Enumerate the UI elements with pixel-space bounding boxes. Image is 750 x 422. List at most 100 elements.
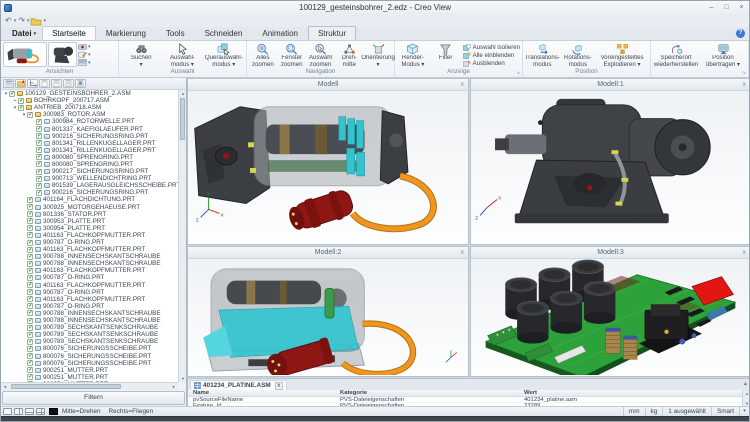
zoom-selected-button[interactable]: Auswahl zoomen [307, 42, 335, 68]
column-header-kategorie[interactable]: Kategorie [340, 390, 524, 396]
tree-vscroll-thumb[interactable] [180, 98, 185, 140]
tree-checkbox[interactable]: ✓ [36, 119, 42, 125]
ribbon-tab[interactable]: Tools [156, 26, 195, 40]
tree-row[interactable]: ✓ 800080_SPRENGRING.PRT [1, 154, 178, 161]
tree-checkbox[interactable]: ✓ [27, 318, 33, 324]
update-view-button[interactable]: ▾ [78, 51, 91, 58]
render-mode-button[interactable]: Render- Modus ▾ [397, 42, 429, 68]
tree-row[interactable]: ▾ ✓ 100129_GESTEINSBOHRER_2.ASM [1, 90, 178, 97]
tree-row[interactable]: ✓ 801341_RILLENKUGELLAGER.PRT [1, 140, 178, 147]
capture-view-button[interactable]: ▾ [78, 43, 91, 50]
view-thumbnail-alt[interactable] [48, 42, 77, 67]
tree-checkbox[interactable]: ✓ [27, 332, 33, 338]
viewport-modell-header[interactable]: Modell x [188, 79, 468, 91]
tree-checkbox[interactable]: ✓ [18, 98, 24, 104]
tree-checkbox[interactable]: ✓ [36, 140, 42, 146]
view-thumbnail-default[interactable] [3, 42, 47, 67]
tree-checkbox[interactable]: ✓ [36, 147, 42, 153]
tree-checkbox[interactable]: ✓ [27, 197, 33, 203]
tree-checkbox[interactable]: ✓ [27, 310, 33, 316]
selection-mode-button[interactable]: Auswahl- modus ▾ [162, 42, 202, 68]
tree-vertical-scrollbar[interactable]: ▲ ▼ [178, 90, 186, 382]
tree-checkbox[interactable]: ✓ [27, 254, 33, 260]
file-menu-button[interactable]: Datei ▾ [4, 27, 42, 40]
tree-row[interactable]: ✓ 900217_SICHERUNGSRING.PRT [1, 168, 178, 175]
tree-checkbox[interactable]: ✓ [27, 112, 33, 118]
tree-row[interactable]: + ✓ BOHRKOPF_200717.ASM [1, 97, 178, 104]
scroll-left-icon[interactable]: ◄ [1, 383, 9, 391]
tree-row[interactable]: ✓ 300984_ROTORWELLE.PRT [1, 118, 178, 125]
layout-horizontal-split-button[interactable] [25, 408, 34, 415]
tree-checkbox[interactable]: ✓ [27, 353, 33, 359]
tree-checkbox[interactable]: ✓ [27, 296, 33, 302]
ribbon-tab[interactable]: Startseite [42, 26, 96, 40]
tree-checkbox[interactable]: ✓ [27, 218, 33, 224]
tree-level-1-button[interactable] [39, 79, 50, 88]
tree-row[interactable]: ✓ 801337_KAEFIGLAEUFER.PRT [1, 125, 178, 132]
panel-pin-icon[interactable]: ▴ [744, 380, 747, 387]
viewport-close-icon[interactable]: x [743, 247, 747, 258]
translation-mode-button[interactable]: Translations- modus [525, 42, 560, 68]
maximize-button[interactable]: □ [719, 2, 734, 13]
tree-checkbox[interactable]: ✓ [27, 211, 33, 217]
view-gallery-button[interactable]: ▾ [78, 59, 91, 66]
tree-checkbox[interactable]: ✓ [27, 339, 33, 345]
tree-checkbox[interactable]: ✓ [36, 183, 42, 189]
qat-customize-caret-icon[interactable]: ▾ [43, 18, 46, 24]
viewport-modell-2-canvas[interactable] [188, 259, 468, 375]
tree-checkbox[interactable]: ✓ [27, 374, 33, 380]
tree-checkbox[interactable]: ✓ [36, 154, 42, 160]
tree-checkbox[interactable]: ✓ [36, 176, 42, 182]
search-button[interactable]: Suchen ▾ [121, 42, 161, 68]
tree-checkbox[interactable]: ✓ [27, 268, 33, 274]
tree-checkbox[interactable]: ✓ [27, 289, 33, 295]
scroll-up-icon[interactable]: ▲ [179, 90, 187, 97]
tree-checkbox[interactable]: ✓ [27, 367, 33, 373]
ribbon-tab[interactable]: Struktur [308, 26, 356, 40]
viewport-modell-3-header[interactable]: Modell:3 x [471, 247, 750, 259]
viewport-close-icon[interactable]: x [461, 247, 465, 258]
hide-button[interactable]: Ausblenden [463, 60, 520, 68]
anzeige-dialog-launcher-icon[interactable]: ↘ [516, 69, 520, 77]
undo-icon[interactable]: ↶ [4, 16, 13, 26]
tree-checkbox[interactable]: ✓ [27, 282, 33, 288]
properties-tab-close-icon[interactable]: x [275, 382, 283, 390]
viewport-modell-1-canvas[interactable]: X Z [471, 91, 750, 243]
viewport-close-icon[interactable]: x [743, 79, 747, 90]
tree-display-button[interactable] [3, 79, 14, 88]
minimize-button[interactable]: – [704, 2, 719, 13]
viewport-modell-3-canvas[interactable] [471, 259, 750, 375]
tree-row[interactable]: ✓ 900216_SICHERUNGSRING.PRT [1, 133, 178, 140]
tree-checkbox[interactable]: ✓ [27, 247, 33, 253]
redo-icon[interactable]: ↷ [17, 16, 26, 26]
tree-hscroll-thumb[interactable] [11, 384, 121, 389]
tree-row[interactable]: ✓ 900713_WELLENDICHTRING.PRT [1, 175, 178, 182]
tree-row[interactable]: ✓ 801539_LAGERAUSGLEICHSSCHEIBE.PRT [1, 182, 178, 189]
tree-checkbox[interactable]: ✓ [36, 126, 42, 132]
preset-explode-button[interactable]: Voreingestelltes Explodieren ▾ [596, 42, 648, 68]
tree-checkbox[interactable]: ✓ [27, 303, 33, 309]
tree-level-2-button[interactable] [51, 79, 62, 88]
spin-center-button[interactable]: Dreh- mitte [335, 42, 363, 68]
viewport-modell-1-header[interactable]: Modell:1 x [471, 79, 750, 91]
show-all-button[interactable]: Alle einblenden [463, 51, 520, 59]
filter-tree-button[interactable]: Filtern [2, 391, 185, 405]
open-file-icon[interactable] [30, 16, 42, 26]
restore-location-button[interactable]: Speicherort wiederherstellen ▾ [653, 42, 699, 69]
selection-filter-mode[interactable]: Smart [711, 407, 739, 416]
close-button[interactable]: × [734, 2, 749, 13]
ribbon-tab[interactable]: Schneiden [195, 26, 253, 40]
viewport-modell-2-header[interactable]: Modell:2 x [188, 247, 468, 259]
layout-single-button[interactable] [3, 408, 12, 415]
tree-checkbox[interactable]: ✓ [27, 275, 33, 281]
tree-horizontal-scrollbar[interactable]: ◄ ► [1, 382, 178, 390]
isolate-selection-button[interactable]: Auswahl isolieren [463, 43, 520, 51]
cross-selection-mode-button[interactable]: Querauswahl- modus ▾ [204, 42, 244, 68]
undo-caret-icon[interactable]: ▾ [14, 18, 17, 24]
rotation-mode-button[interactable]: Rotations- modus [561, 42, 596, 68]
tree-level-3-button[interactable] [63, 79, 74, 88]
tree-checkbox[interactable]: ✓ [27, 346, 33, 352]
tree-checkbox[interactable]: ✓ [27, 360, 33, 366]
tree-checkbox[interactable]: ✓ [27, 232, 33, 238]
ribbon-tab[interactable]: Markierung [96, 26, 156, 40]
